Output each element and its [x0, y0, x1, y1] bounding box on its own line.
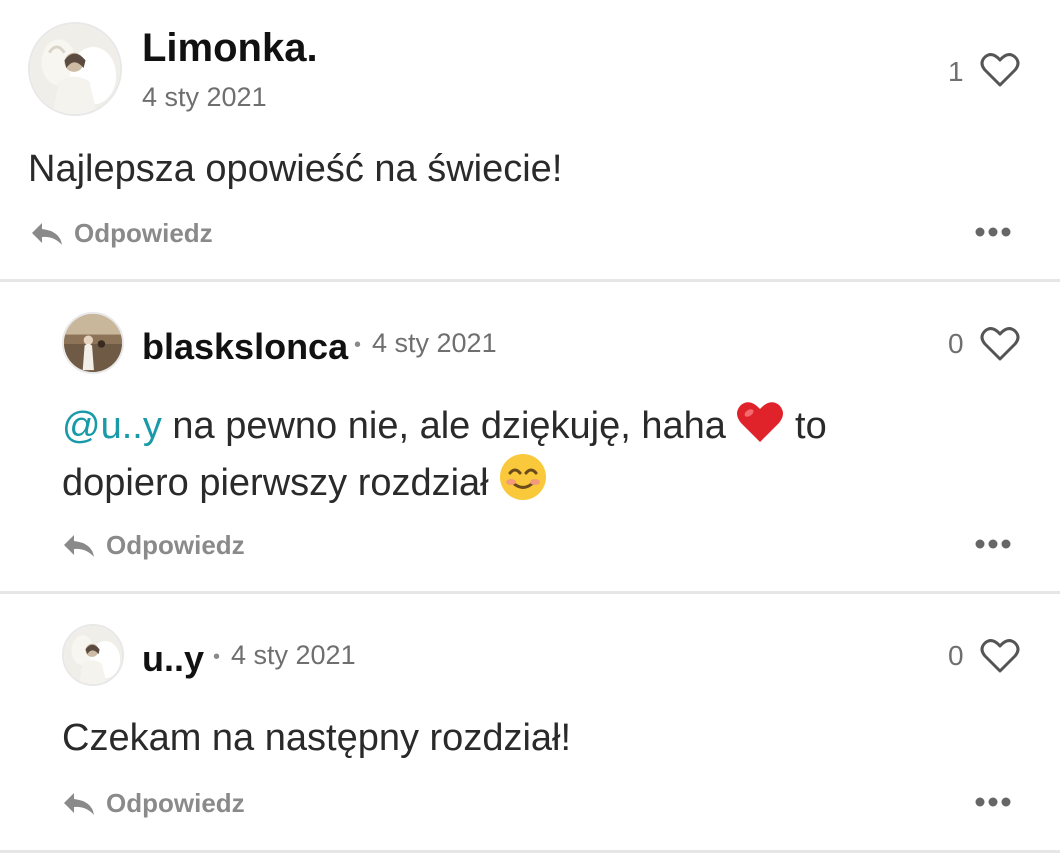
more-dots-icon[interactable]: [974, 796, 1012, 808]
comment-date: 4 sty 2021: [372, 328, 497, 358]
comment-u-y: u..y • 4 sty 2021 0 Czekam na następny r…: [0, 594, 1060, 850]
reply-label: Odpowiedz: [106, 530, 245, 560]
heart-outline-icon[interactable]: [980, 52, 1020, 88]
comment-text-part: na pewno nie, ale dziękuję, haha: [161, 405, 737, 447]
comment-limonka: Limonka. 4 sty 2021 1 Najlepsza opowieść…: [0, 0, 1060, 280]
reply-button[interactable]: Odpowiedz: [62, 530, 245, 561]
avatar-image: [64, 626, 122, 684]
reply-arrow-icon: [64, 792, 94, 815]
username[interactable]: u..y: [142, 638, 204, 680]
more-dots-icon[interactable]: [974, 538, 1012, 550]
comment-date: 4 sty 2021: [231, 640, 356, 670]
heart-outline-icon[interactable]: [980, 326, 1020, 362]
reply-button[interactable]: Odpowiedz: [62, 788, 245, 819]
avatar-image: [30, 24, 120, 114]
username[interactable]: blaskslonca: [142, 326, 348, 368]
divider: [0, 850, 1060, 853]
comment-blaskslonca: blaskslonca • 4 sty 2021 0 @u..y na pewn…: [0, 282, 1060, 590]
separator-dot: •: [213, 646, 221, 668]
heart-outline-icon[interactable]: [980, 638, 1020, 674]
comment-text-line2: dopiero pierwszy rozdział: [62, 462, 500, 504]
comment-text: Czekam na następny rozdział!: [62, 717, 572, 759]
comment-date: 4 sty 2021: [142, 82, 267, 112]
more-dots-icon[interactable]: [974, 226, 1012, 238]
like-count: 1: [948, 56, 964, 87]
red-heart-emoji: [737, 402, 784, 442]
reply-arrow-icon: [64, 534, 94, 557]
reply-label: Odpowiedz: [106, 788, 245, 818]
reply-label: Odpowiedz: [74, 218, 213, 248]
like-count: 0: [948, 328, 964, 359]
comment-text: Najlepsza opowieść na świecie!: [28, 148, 563, 190]
reply-button[interactable]: Odpowiedz: [30, 218, 213, 249]
avatar[interactable]: [62, 312, 124, 374]
reply-arrow-icon: [32, 222, 62, 245]
separator-dot: •: [354, 334, 362, 356]
avatar[interactable]: [62, 624, 124, 686]
smiling-face-emoji: [500, 454, 547, 500]
comment-text-part: to: [784, 405, 827, 447]
mention-link[interactable]: @u..y: [62, 405, 162, 447]
like-count: 0: [948, 640, 964, 671]
comment-text: @u..y na pewno nie, ale dziękuję, haha t…: [62, 399, 1022, 510]
avatar[interactable]: [28, 22, 122, 116]
avatar-image: [64, 314, 122, 372]
username[interactable]: Limonka.: [142, 26, 318, 71]
